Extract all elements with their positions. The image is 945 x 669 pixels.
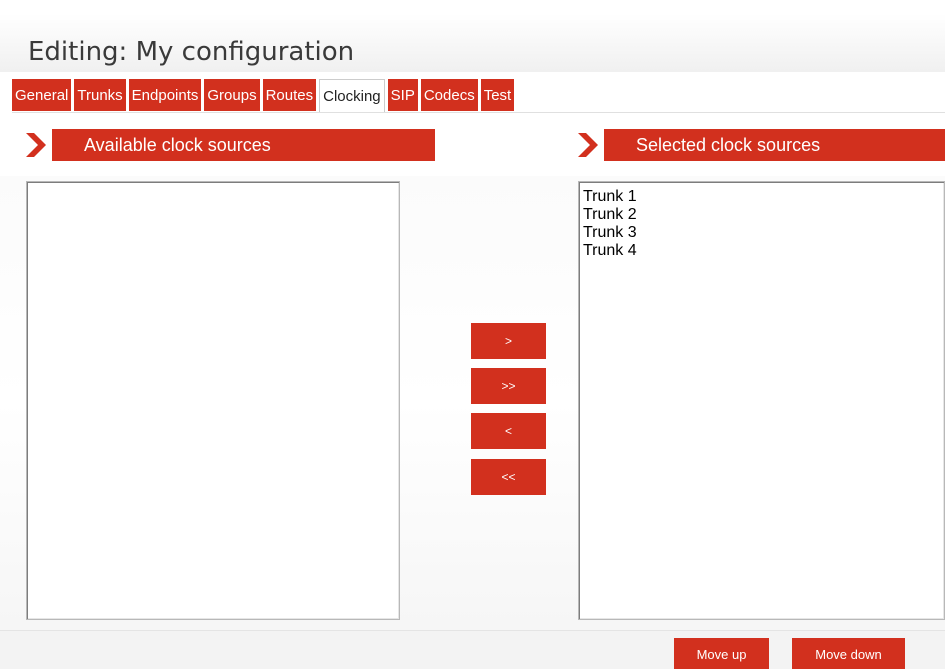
selected-sources-list[interactable]: Trunk 1 Trunk 2 Trunk 3 Trunk 4 [578,181,945,620]
tab-divider [12,112,945,113]
chevron-right-icon [578,133,598,157]
tab-bar: General Trunks Endpoints Groups Routes C… [12,79,517,113]
chevron-right-icon [26,133,46,157]
tab-endpoints[interactable]: Endpoints [128,79,202,111]
selected-sources-header: Selected clock sources [576,129,945,161]
available-sources-header: Available clock sources [24,129,435,161]
tab-general[interactable]: General [12,79,72,111]
available-sources-heading: Available clock sources [52,129,435,161]
title-bar: Editing: My configuration [0,14,945,72]
page-title: Editing: My configuration [28,37,355,67]
tab-test[interactable]: Test [480,79,515,111]
tab-routes[interactable]: Routes [262,79,317,111]
add-selected-button[interactable]: > [471,323,546,359]
available-sources-list[interactable] [26,181,400,620]
selected-sources-heading: Selected clock sources [604,129,945,161]
tab-groups[interactable]: Groups [204,79,260,111]
move-down-button[interactable]: Move down [792,638,905,669]
move-up-button[interactable]: Move up [674,638,769,669]
remove-all-button[interactable]: << [471,459,546,495]
tab-codecs[interactable]: Codecs [420,79,478,111]
list-item[interactable]: Trunk 1 [579,188,944,206]
list-item[interactable]: Trunk 3 [579,224,944,242]
add-all-button[interactable]: >> [471,368,546,404]
remove-selected-button[interactable]: < [471,413,546,449]
tab-clocking[interactable]: Clocking [319,79,385,113]
list-item[interactable]: Trunk 2 [579,206,944,224]
tab-sip[interactable]: SIP [387,79,418,111]
configuration-editor: Editing: My configuration General Trunks… [0,0,945,669]
tab-trunks[interactable]: Trunks [74,79,126,111]
list-item[interactable]: Trunk 4 [579,242,944,260]
